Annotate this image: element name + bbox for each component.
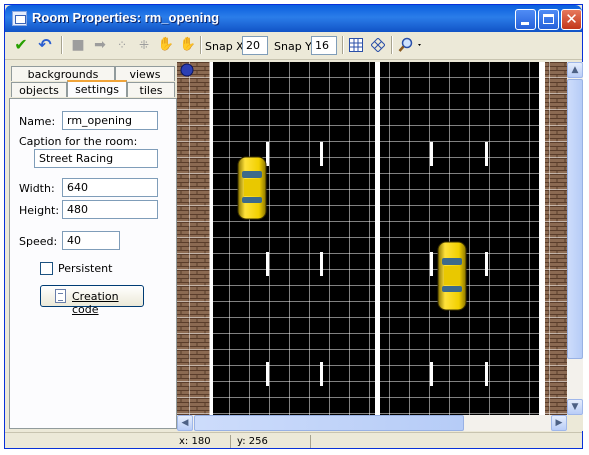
- ok-check-icon[interactable]: ✔: [10, 36, 32, 54]
- title-bar[interactable]: Room Properties: rm_opening ✕: [5, 5, 582, 32]
- creation-code-label: Creation code: [72, 290, 119, 316]
- tab-views[interactable]: views: [115, 66, 175, 81]
- minimize-icon: [521, 22, 529, 25]
- tab-tiles[interactable]: tiles: [127, 82, 175, 97]
- properties-panel: backgrounds views objects settings tiles…: [9, 63, 177, 429]
- scroll-right-icon[interactable]: ▶: [551, 415, 567, 431]
- minimize-button[interactable]: [515, 9, 536, 30]
- persistent-checkbox[interactable]: [40, 262, 53, 275]
- car-left[interactable]: [237, 156, 267, 220]
- width-label: Width:: [19, 182, 55, 195]
- tab-objects[interactable]: objects: [11, 82, 67, 97]
- toolbar: ✔ ↶ ■ ➡ ⁘ ⁜ ✋ ✋ Snap X: Snap Y:: [5, 33, 582, 60]
- snap-y-input[interactable]: [311, 36, 337, 55]
- room-canvas[interactable]: [177, 62, 567, 415]
- tab-settings[interactable]: settings: [67, 80, 127, 97]
- height-input[interactable]: [62, 200, 158, 219]
- height-label: Height:: [19, 204, 60, 217]
- vertical-scroll-thumb[interactable]: [567, 79, 583, 359]
- toolbar-separator: [200, 36, 202, 54]
- caption-label: Caption for the room:: [19, 135, 138, 148]
- window-title: Room Properties: rm_opening: [32, 10, 220, 25]
- creation-code-button[interactable]: Creation code: [40, 285, 144, 316]
- status-separator: [230, 435, 231, 448]
- isometric-grid-icon: [370, 37, 386, 53]
- close-button[interactable]: ✕: [561, 9, 582, 30]
- document-icon: [55, 289, 66, 303]
- room-preview: [177, 62, 567, 415]
- window-icon[interactable]: [12, 11, 27, 26]
- isometric-grid-button[interactable]: [368, 36, 388, 54]
- tab-backgrounds[interactable]: backgrounds: [11, 66, 115, 81]
- view-marker-icon: [180, 63, 194, 77]
- snap-y-label: Snap Y:: [274, 40, 315, 53]
- status-separator: [310, 435, 311, 448]
- grid-overlay: [177, 62, 567, 415]
- speed-input[interactable]: [62, 231, 120, 250]
- room-name-input[interactable]: [62, 111, 158, 130]
- scroll-up-icon[interactable]: ▲: [567, 62, 583, 78]
- grid-toggle-button[interactable]: [346, 36, 366, 54]
- caption-input[interactable]: [34, 149, 158, 168]
- status-bar: x: 180 y: 256: [5, 432, 582, 450]
- horizontal-scroll-thumb[interactable]: [194, 415, 464, 431]
- toolbar-separator: [342, 36, 344, 54]
- scroll-left-icon[interactable]: ◀: [177, 415, 193, 431]
- scroll-down-icon[interactable]: ▼: [567, 399, 583, 415]
- maximize-button[interactable]: [538, 9, 559, 30]
- car-right[interactable]: [437, 241, 467, 311]
- shift-right-icon[interactable]: ➡: [90, 36, 110, 54]
- persistent-label: Persistent: [58, 262, 113, 275]
- vertical-scrollbar[interactable]: ▲ ▼: [567, 62, 583, 415]
- align-instances-icon[interactable]: ⁜: [134, 36, 154, 54]
- maximize-icon: [543, 14, 554, 24]
- toolbar-separator: [61, 36, 63, 54]
- room-properties-window: Room Properties: rm_opening ✕ ✔ ↶ ■ ➡ ⁘ …: [4, 4, 583, 449]
- snap-x-input[interactable]: [242, 36, 268, 55]
- zoom-magnifier-icon: [398, 37, 421, 52]
- shift-instances-icon[interactable]: ⁘: [112, 36, 132, 54]
- zoom-dropdown-button[interactable]: [396, 36, 426, 54]
- settings-tab-content: Name: Caption for the room: Width: Heigh…: [9, 98, 177, 429]
- grid-icon: [349, 38, 363, 52]
- status-y-coordinate: y: 256: [237, 436, 268, 447]
- toolbar-separator: [391, 36, 393, 54]
- lock-instances-icon[interactable]: ✋: [156, 36, 176, 54]
- horizontal-scrollbar[interactable]: ◀ ▶: [177, 415, 567, 431]
- close-icon: ✕: [565, 10, 578, 28]
- name-label: Name:: [19, 115, 56, 128]
- unlock-instances-icon[interactable]: ✋: [178, 36, 198, 54]
- status-x-coordinate: x: 180: [179, 436, 211, 447]
- width-input[interactable]: [62, 178, 158, 197]
- scrollbar-corner: [567, 415, 583, 431]
- clear-room-icon[interactable]: ■: [68, 36, 88, 54]
- undo-icon[interactable]: ↶: [34, 36, 56, 54]
- speed-label: Speed:: [19, 235, 58, 248]
